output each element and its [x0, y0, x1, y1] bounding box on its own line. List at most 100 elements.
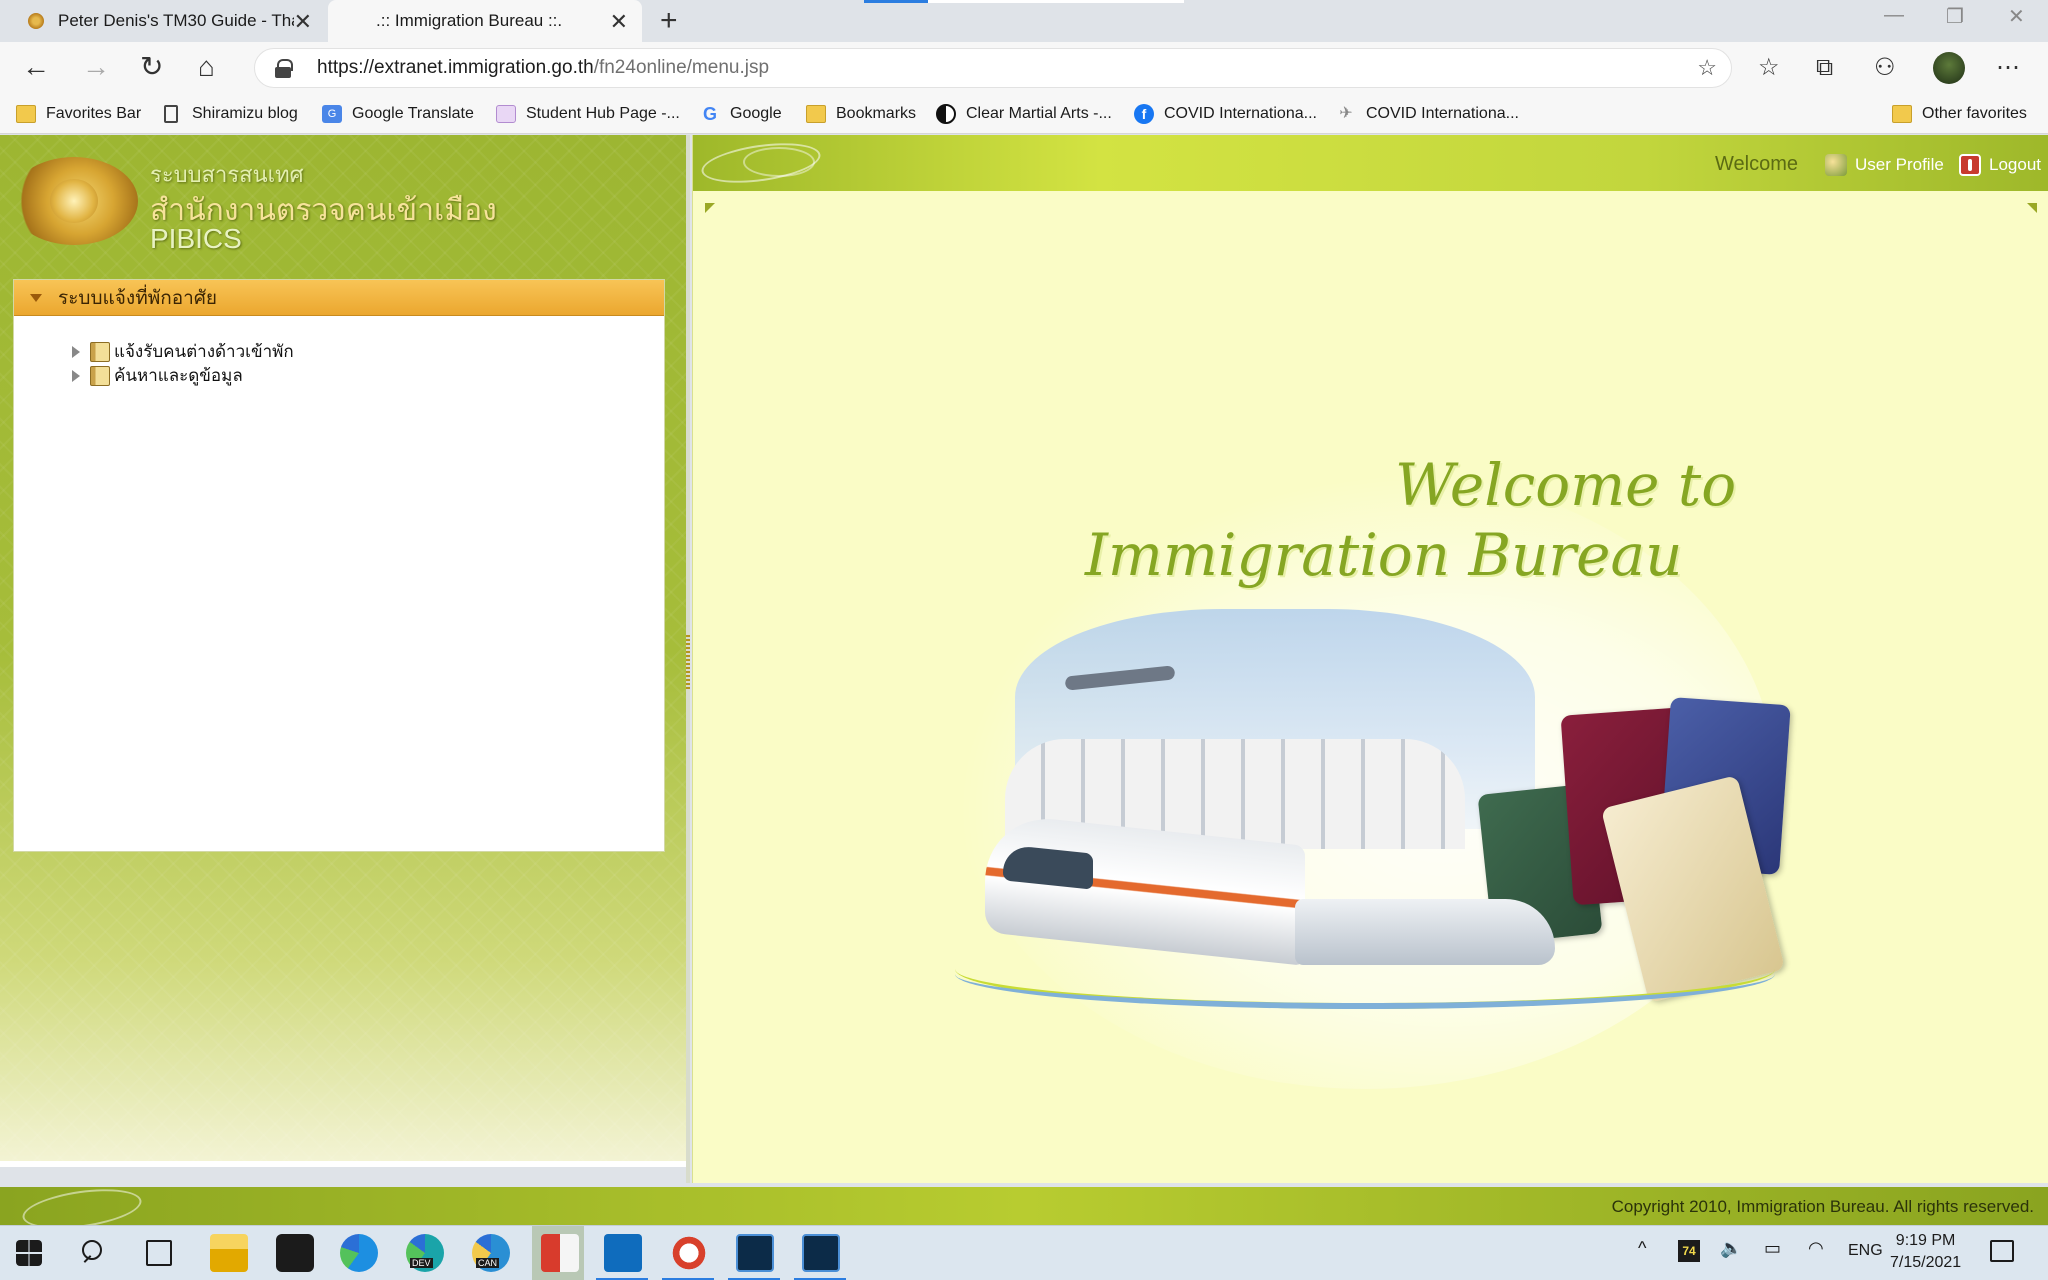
task-view-icon[interactable]: [146, 1240, 172, 1266]
tab-immigration-bureau[interactable]: .:: Immigration Bureau ::. ✕: [328, 0, 642, 42]
student-hub-icon: [496, 105, 516, 123]
loading-progress-track: [928, 0, 1184, 3]
favorite-item-clear-martial-arts[interactable]: Clear Martial Arts -...: [936, 102, 1112, 126]
swirl-ornament: [743, 147, 815, 177]
favorite-item-bookmarks[interactable]: Bookmarks: [806, 102, 916, 126]
forward-arrow-icon[interactable]: →: [82, 52, 110, 82]
corner-ornament: [705, 203, 715, 213]
language-indicator[interactable]: ENG: [1848, 1242, 1883, 1260]
notification-center-icon[interactable]: [1990, 1240, 2014, 1262]
favorite-item-google[interactable]: G Google: [700, 102, 782, 126]
welcome-text: Welcome: [1715, 153, 1798, 175]
logout-link[interactable]: Logout: [1959, 154, 2041, 176]
close-tab-icon[interactable]: ✕: [610, 9, 628, 35]
expand-arrow-icon[interactable]: [72, 369, 80, 382]
favorite-item-covid-2[interactable]: ✈ COVID Internationa...: [1336, 102, 1519, 126]
battery-icon[interactable]: ▭: [1764, 1238, 1781, 1259]
outlook-icon[interactable]: [604, 1234, 642, 1272]
yin-yang-icon: [936, 104, 956, 124]
windows-start-icon[interactable]: [16, 1240, 42, 1266]
content-header: Welcome User Profile Logout: [693, 135, 2048, 191]
menu-header[interactable]: ระบบแจ้งที่พักอาศัย: [14, 280, 664, 316]
user-profile-link[interactable]: User Profile: [1825, 154, 1944, 176]
favorite-item-student-hub[interactable]: Student Hub Page -...: [496, 102, 680, 126]
page-icon: [164, 105, 178, 123]
close-window-icon[interactable]: ✕: [2008, 4, 2025, 29]
power-icon: [1959, 154, 1981, 176]
site-favicon-icon: [28, 13, 44, 29]
collapse-arrow-icon[interactable]: [30, 293, 42, 302]
book-icon: [90, 365, 110, 386]
bird-icon: ✈: [1339, 105, 1353, 122]
address-bar[interactable]: https://extranet.immigration.go.th/fn24o…: [254, 48, 1732, 88]
favorite-item-other-favorites[interactable]: Other favorites: [1892, 102, 2027, 126]
refresh-icon[interactable]: ↻: [140, 52, 163, 82]
photoshop-icon[interactable]: [802, 1234, 840, 1272]
lock-icon[interactable]: [275, 59, 293, 78]
add-favorite-icon[interactable]: ☆: [1697, 55, 1717, 81]
collections-icon[interactable]: ⧉: [1816, 54, 1833, 82]
browser-toolbar: ← → ↻ ⌂ https://extranet.immigration.go.…: [0, 42, 2048, 94]
favorite-item-favorites-bar[interactable]: Favorites Bar: [16, 102, 141, 126]
expand-arrow-icon[interactable]: [72, 345, 80, 358]
system-clock[interactable]: 9:19 PM 7/15/2021: [1890, 1230, 1961, 1274]
show-hidden-icons-icon[interactable]: ^: [1638, 1238, 1646, 1259]
tab-title: Peter Denis's TM30 Guide - Thai: [58, 11, 294, 30]
wifi-icon[interactable]: ◠: [1808, 1238, 1824, 1259]
search-icon[interactable]: [80, 1240, 106, 1266]
new-tab-button[interactable]: +: [660, 4, 678, 38]
facebook-icon: f: [1134, 104, 1154, 124]
favorites-icon[interactable]: ☆: [1758, 54, 1780, 82]
tab-tm30-guide[interactable]: Peter Denis's TM30 Guide - Thai ✕: [0, 0, 326, 42]
menu-item-label: แจ้งรับคนต่างด้าวเข้าพัก: [114, 342, 294, 362]
banner-title-line-2: Immigration Bureau: [1085, 521, 1683, 589]
corner-ornament: [2027, 203, 2037, 213]
menu-item-notify-foreigner[interactable]: แจ้งรับคนต่างด้าวเข้าพัก: [72, 338, 294, 365]
edge-icon[interactable]: [340, 1234, 378, 1272]
left-bottom-strip: [0, 1161, 686, 1167]
edge-canary-icon[interactable]: CAN: [472, 1234, 510, 1272]
welcome-banner: Welcome to Immigration Bureau: [955, 439, 1791, 1089]
user-profile-icon: [1825, 154, 1847, 176]
welcome-content: Welcome to Immigration Bureau: [705, 203, 2037, 1173]
edge-dev-icon[interactable]: DEV: [406, 1234, 444, 1272]
url-text[interactable]: https://extranet.immigration.go.th/fn24o…: [317, 57, 769, 79]
footer-bar: Copyright 2010, Immigration Bureau. All …: [0, 1182, 2048, 1236]
favorite-item-google-translate[interactable]: G Google Translate: [322, 102, 474, 126]
splitter-grip[interactable]: [686, 635, 690, 691]
translation-app-icon[interactable]: [541, 1234, 579, 1272]
extensions-icon[interactable]: ⚇: [1874, 54, 1896, 82]
folder-icon: [806, 105, 826, 123]
more-menu-icon[interactable]: ⋯: [1996, 54, 2020, 82]
loading-progress: [864, 0, 928, 3]
logo-line-3: PIBICS: [150, 223, 242, 254]
google-icon: G: [702, 104, 717, 124]
back-arrow-icon[interactable]: ←: [22, 52, 50, 82]
google-translate-icon: G: [322, 105, 342, 123]
file-explorer-icon[interactable]: [210, 1234, 248, 1272]
immigration-emblem-logo: [10, 157, 138, 245]
folder-icon: [16, 105, 36, 123]
restore-icon[interactable]: ❐: [1946, 4, 1964, 29]
volume-icon[interactable]: 🔈: [1720, 1238, 1742, 1259]
snipping-tool-icon[interactable]: [670, 1234, 708, 1272]
favorites-bar: Favorites Bar Shiramizu blog G Google Tra…: [0, 94, 2048, 134]
favorite-item-covid-1[interactable]: f COVID Internationa...: [1134, 102, 1317, 126]
favorite-item-shiramizu-blog[interactable]: Shiramizu blog: [164, 102, 298, 126]
menu-item-search-view[interactable]: ค้นหาและดูข้อมูล: [72, 362, 243, 389]
page-viewport: ระบบสารสนเทศ สำนักงานตรวจคนเข้าเมือง PIB…: [0, 135, 2048, 1236]
weather-badge[interactable]: 74: [1678, 1240, 1700, 1262]
profile-avatar[interactable]: [1933, 52, 1965, 84]
photoshop-icon[interactable]: [736, 1234, 774, 1272]
minimize-icon[interactable]: —: [1884, 4, 1904, 27]
clock-time: 9:19 PM: [1895, 1232, 1956, 1249]
tab-title: .:: Immigration Bureau ::.: [376, 11, 563, 30]
menu-panel: ระบบแจ้งที่พักอาศัย แจ้งรับคนต่างด้าวเข้…: [13, 279, 665, 852]
main-content-frame: Welcome User Profile Logout Welcome to I…: [692, 135, 2048, 1183]
left-menu-frame: ระบบสารสนเทศ สำนักงานตรวจคนเข้าเมือง PIB…: [0, 135, 686, 1167]
clock-date: 7/15/2021: [1890, 1254, 1962, 1271]
store-icon[interactable]: [276, 1234, 314, 1272]
home-icon[interactable]: ⌂: [198, 52, 215, 82]
folder-icon: [1892, 105, 1912, 123]
close-tab-icon[interactable]: ✕: [294, 9, 312, 35]
